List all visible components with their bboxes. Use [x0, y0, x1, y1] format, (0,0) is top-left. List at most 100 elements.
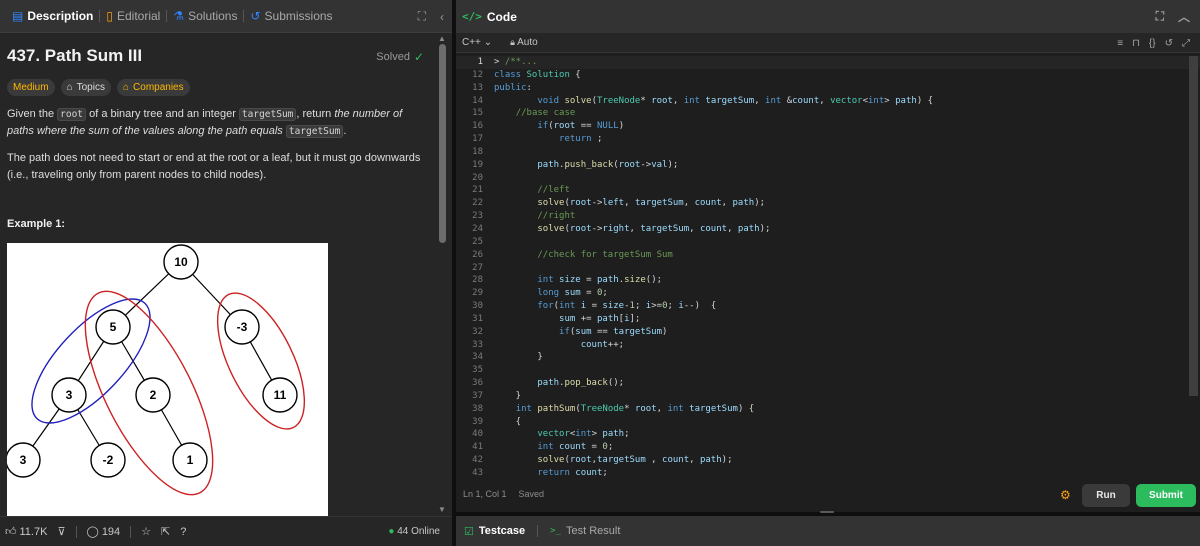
- scroll-up-arrow-icon[interactable]: ▲: [438, 34, 446, 43]
- problem-title: 437. Path Sum III: [7, 46, 143, 65]
- code-line[interactable]: 13 public:: [456, 82, 1200, 95]
- code-line[interactable]: 21 //left: [456, 184, 1200, 197]
- resize-handle[interactable]: [820, 511, 834, 513]
- code-line[interactable]: 26 //check for targetSum Sum: [456, 249, 1200, 262]
- line-number: 37: [472, 390, 483, 401]
- line-number: 34: [472, 352, 483, 363]
- cursor-position: Ln 1, Col 1: [463, 489, 507, 499]
- code-line[interactable]: 28 int size = path.size();: [456, 274, 1200, 287]
- line-number: 20: [472, 172, 483, 183]
- line-number: 24: [472, 223, 483, 234]
- tab-solutions[interactable]: ⚗ Solutions: [167, 0, 243, 33]
- code-text: //base case: [515, 108, 576, 119]
- bookmark-icon[interactable]: ⊓: [1132, 38, 1140, 49]
- line-number: 22: [472, 198, 483, 209]
- maximize-icon[interactable]: ⛶: [418, 9, 426, 24]
- line-number: 39: [472, 416, 483, 427]
- code-line[interactable]: 18: [456, 146, 1200, 159]
- debug-icon[interactable]: ⚙: [1060, 488, 1071, 502]
- code-line[interactable]: 23 //right: [456, 210, 1200, 223]
- code-text: }: [494, 352, 543, 363]
- line-number: 35: [472, 365, 483, 376]
- code-line[interactable]: 14 void solve(TreeNode* root, int target…: [456, 95, 1200, 108]
- tab-test-result[interactable]: >_ Test Result: [550, 525, 620, 537]
- like-button[interactable]: 👍︎ 11.7K: [5, 525, 47, 539]
- code-line[interactable]: 22 solve(root->left, targetSum, count, p…: [456, 197, 1200, 210]
- tree-node-label: -2: [103, 453, 114, 467]
- tab-testcase[interactable]: ☑ Testcase: [464, 525, 525, 538]
- line-number: 32: [472, 326, 483, 337]
- code-line[interactable]: 1 > /**...: [456, 56, 1200, 69]
- code-line[interactable]: 30 for(int i = size-1; i>=0; i--) {: [456, 300, 1200, 313]
- code-line[interactable]: 16 if(root == NULL): [456, 120, 1200, 133]
- check-circle-icon: ✓: [413, 50, 424, 64]
- code-line[interactable]: 29 long sum = 0;: [456, 287, 1200, 300]
- code-line[interactable]: 39 {: [456, 416, 1200, 429]
- example-tree-image: 10 5 -3 3 2 11 3 -2 1: [5, 243, 328, 516]
- braces-icon[interactable]: {}: [1149, 38, 1156, 49]
- description-scrollbar-thumb[interactable]: [439, 44, 446, 243]
- code-line[interactable]: 33 count++;: [456, 339, 1200, 352]
- code-line[interactable]: 38 int pathSum(TreeNode* root, int targe…: [456, 403, 1200, 416]
- code-line[interactable]: 15 //base case: [456, 107, 1200, 120]
- code-line[interactable]: 34 }: [456, 351, 1200, 364]
- code-line[interactable]: 24 solve(root->right, targetSum, count, …: [456, 223, 1200, 236]
- tab-description[interactable]: ▤ Description: [6, 0, 99, 33]
- submit-button[interactable]: Submit: [1136, 484, 1196, 507]
- code-editor[interactable]: 1 > /**... 12 class Solution {13 public: 14 v…: [456, 56, 1200, 476]
- maximize-icon[interactable]: ⛶: [1156, 9, 1164, 24]
- dislike-button[interactable]: ⊽: [57, 525, 65, 538]
- code-line[interactable]: 25: [456, 236, 1200, 249]
- code-text: int pathSum(TreeNode* root, int targetSu…: [515, 403, 755, 414]
- topics-tag[interactable]: ⌂ Topics: [60, 79, 111, 96]
- code-line[interactable]: 32 if(sum == targetSum): [456, 326, 1200, 339]
- language-select[interactable]: C++ ⌄: [462, 37, 492, 48]
- expand-icon[interactable]: ⤢: [1182, 38, 1190, 49]
- line-number: 43: [472, 468, 483, 476]
- code-text: solve(root->left, targetSum, count, path…: [537, 198, 766, 209]
- line-number: 12: [472, 69, 483, 80]
- code-line[interactable]: 31 sum += path[i];: [456, 313, 1200, 326]
- difficulty-badge: Medium: [7, 79, 55, 96]
- problem-note: The path does not need to start or end a…: [7, 152, 421, 181]
- line-number: 42: [472, 455, 483, 466]
- line-number: 41: [472, 442, 483, 453]
- comments-button[interactable]: ◯ 194: [87, 525, 121, 539]
- code-line[interactable]: 12 class Solution {: [456, 69, 1200, 82]
- code-line[interactable]: 43 return count;: [456, 467, 1200, 476]
- collapse-left-icon[interactable]: ‹: [440, 10, 444, 24]
- favorite-button[interactable]: ☆: [141, 525, 151, 538]
- collapse-up-icon[interactable]: ︿: [1178, 8, 1190, 25]
- code-line[interactable]: 36 path.pop_back();: [456, 377, 1200, 390]
- code-line[interactable]: 37 }: [456, 390, 1200, 403]
- footer-divider: [130, 525, 132, 538]
- reset-icon[interactable]: ↺: [1165, 38, 1173, 49]
- share-button[interactable]: ⇱: [161, 525, 170, 538]
- code-line[interactable]: 41 int count = 0;: [456, 441, 1200, 454]
- footer-divider: [75, 525, 77, 538]
- code-line[interactable]: 19 path.push_back(root->val);: [456, 159, 1200, 172]
- code-line[interactable]: 17 return ;: [456, 133, 1200, 146]
- code-line[interactable]: 35: [456, 364, 1200, 377]
- autocomplete-toggle[interactable]: 🔒︎ Auto: [510, 37, 538, 48]
- online-count: ● 44 Online: [388, 526, 440, 537]
- code-line[interactable]: 27: [456, 262, 1200, 275]
- description-panel: ▤ Description ▯ Editorial ⚗ Solutions ↺ …: [0, 0, 452, 546]
- tag-icon: ⌂: [66, 82, 73, 93]
- help-button[interactable]: ?: [180, 526, 186, 538]
- format-icon[interactable]: ≡: [1117, 38, 1123, 49]
- code-text: int count = 0;: [537, 442, 614, 453]
- line-number: 30: [472, 301, 483, 312]
- save-status: Saved: [518, 489, 545, 499]
- code-line[interactable]: 42 solve(root,targetSum , count, path);: [456, 454, 1200, 467]
- tab-submissions[interactable]: ↺ Submissions: [244, 0, 338, 33]
- code-scrollbar-thumb[interactable]: [1189, 56, 1198, 396]
- tab-editorial[interactable]: ▯ Editorial: [100, 0, 166, 33]
- code-text: int size = path.size();: [537, 275, 663, 286]
- companies-tag[interactable]: ⌂ Companies: [116, 79, 190, 96]
- code-line[interactable]: 40 vector<int> path;: [456, 428, 1200, 441]
- run-button[interactable]: Run: [1082, 484, 1130, 507]
- code-line[interactable]: 20: [456, 172, 1200, 185]
- line-number: 1: [477, 57, 483, 67]
- scroll-down-arrow-icon[interactable]: ▼: [438, 505, 446, 514]
